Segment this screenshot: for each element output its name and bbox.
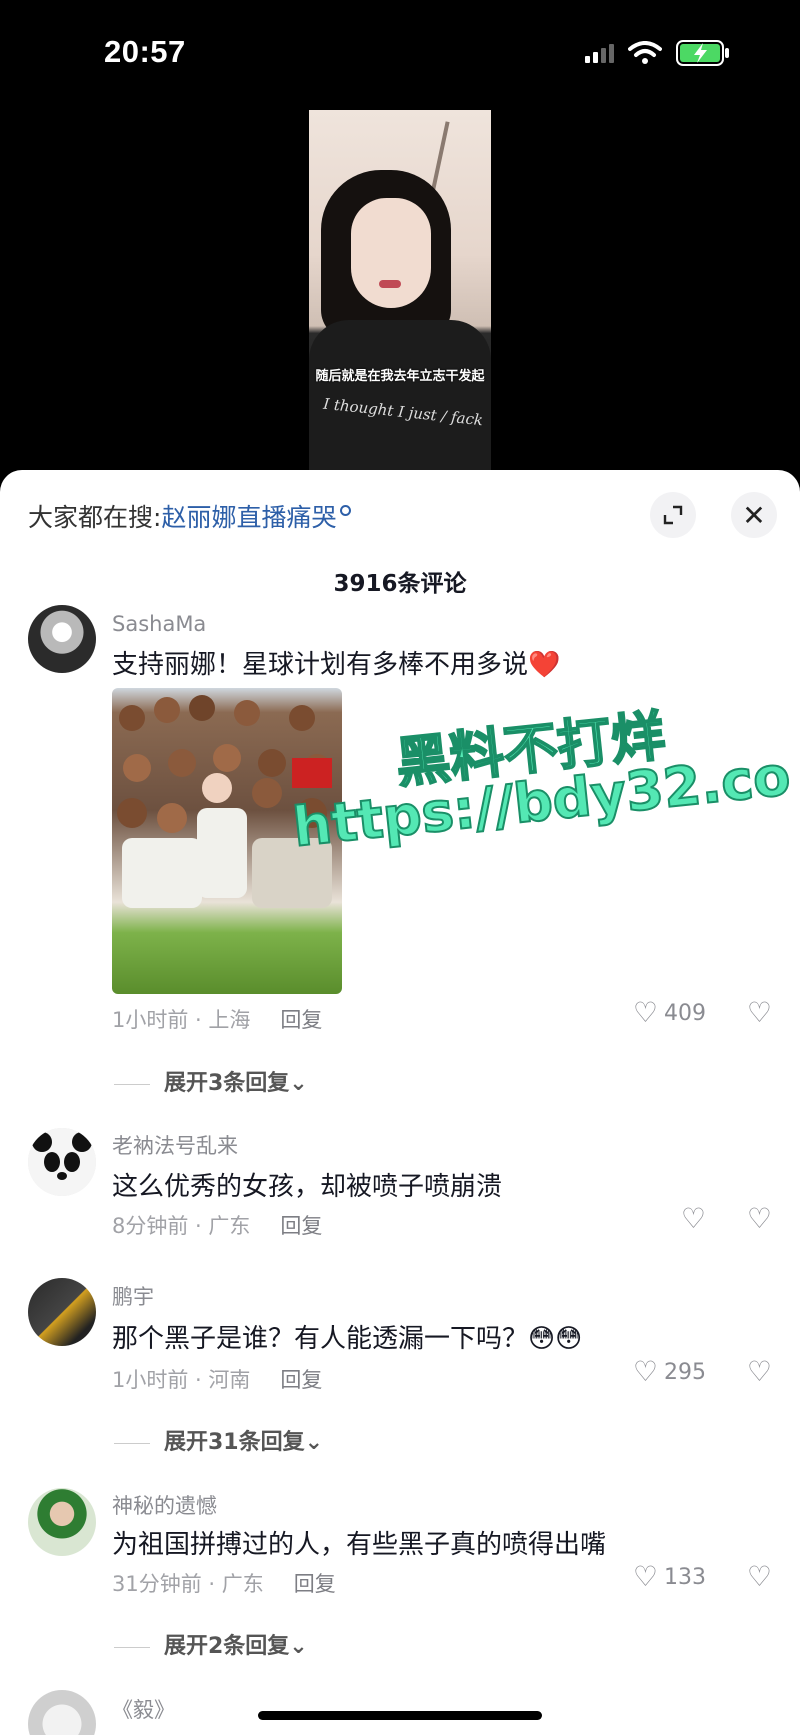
- comment-author[interactable]: 老衲法号乱来: [112, 1130, 238, 1160]
- video-caption: 随后就是在我去年立志干发起: [315, 369, 485, 384]
- like-count: 409: [664, 1000, 706, 1026]
- video-player[interactable]: 随后就是在我去年立志干发起 I thought I just / fack: [309, 110, 491, 470]
- comment-text: 那个黑子是谁？有人能透漏一下吗？😳😳: [112, 1324, 583, 1354]
- comment-meta: 8分钟前 · 广东 回复: [112, 1210, 322, 1240]
- signal-icon: [585, 43, 614, 63]
- broken-heart-icon: ♡: [746, 996, 772, 1029]
- comment-time-location: 1小时前 · 河南: [112, 1368, 251, 1392]
- heart-icon: ♡: [632, 996, 658, 1029]
- trending-search[interactable]: 大家都在搜:赵丽娜直播痛哭: [28, 498, 352, 534]
- comment-time-location: 31分钟前 · 广东: [112, 1572, 264, 1596]
- trending-search-term[interactable]: 赵丽娜直播痛哭: [161, 503, 336, 532]
- comment-text: 这么优秀的女孩，却被喷子喷崩溃: [112, 1172, 503, 1202]
- status-bar: 20:57: [0, 0, 800, 100]
- heart-icon: ♡: [680, 1202, 706, 1235]
- panda-avatar: [28, 1128, 96, 1196]
- like-button[interactable]: ♡: [681, 1205, 706, 1233]
- avatar[interactable]: [28, 1488, 96, 1556]
- comment-time-location: 1小时前 · 上海: [112, 1008, 251, 1032]
- like-count: 133: [664, 1564, 706, 1590]
- trending-search-prefix: 大家都在搜:: [28, 503, 162, 532]
- comment-author[interactable]: 《毅》: [112, 1694, 175, 1724]
- reply-button[interactable]: 回复: [294, 1572, 336, 1596]
- avatar[interactable]: [28, 1128, 96, 1196]
- dislike-button[interactable]: ♡: [747, 1358, 772, 1386]
- expand-sheet-button[interactable]: [650, 492, 696, 538]
- avatar[interactable]: [28, 605, 96, 673]
- comment-author[interactable]: 鹏宇: [112, 1281, 154, 1311]
- comment-time-location: 8分钟前 · 广东: [112, 1214, 251, 1238]
- video-person-lips: [379, 280, 401, 288]
- dislike-button[interactable]: ♡: [747, 1205, 772, 1233]
- comment-meta: 31分钟前 · 广东 回复: [112, 1568, 336, 1598]
- wifi-icon: [628, 41, 662, 64]
- home-indicator[interactable]: [258, 1711, 542, 1720]
- search-icon: [340, 505, 352, 516]
- battery-charging-icon: [676, 40, 729, 66]
- heart-icon: ♡: [632, 1560, 658, 1593]
- broken-heart-icon: ♡: [746, 1202, 772, 1235]
- comment-author[interactable]: SashaMa: [112, 612, 206, 636]
- comment-text: 支持丽娜！星球计划有多棒不用多说❤️: [112, 650, 561, 680]
- reply-button[interactable]: 回复: [280, 1368, 322, 1392]
- reply-button[interactable]: 回复: [280, 1008, 322, 1032]
- expand-replies-button[interactable]: 展开31条回复⌄: [114, 1424, 323, 1456]
- avatar[interactable]: [28, 1278, 96, 1346]
- expand-replies-button[interactable]: 展开2条回复⌄: [114, 1628, 308, 1660]
- video-person-face: [351, 198, 431, 308]
- comment-text: 为祖国拼搏过的人，有些黑子真的喷得出嘴: [112, 1530, 607, 1560]
- expand-icon: [663, 505, 683, 525]
- comment-count: 3916条评论: [333, 571, 467, 597]
- dislike-button[interactable]: ♡: [747, 999, 772, 1027]
- close-icon: ✕: [742, 498, 766, 532]
- dislike-button[interactable]: ♡: [747, 1563, 772, 1591]
- close-button[interactable]: ✕: [731, 492, 777, 538]
- reply-button[interactable]: 回复: [280, 1214, 322, 1238]
- broken-heart-icon: ♡: [746, 1560, 772, 1593]
- heart-icon: ♡: [632, 1355, 658, 1388]
- like-button[interactable]: ♡ 133: [633, 1563, 706, 1591]
- comment-author[interactable]: 神秘的遗憾: [112, 1490, 217, 1520]
- broken-heart-icon: ♡: [746, 1355, 772, 1388]
- comment-meta: 1小时前 · 上海 回复: [112, 1004, 322, 1034]
- status-time: 20:57: [104, 34, 186, 69]
- like-button[interactable]: ♡ 409: [633, 999, 706, 1027]
- like-button[interactable]: ♡ 295: [633, 1358, 706, 1386]
- status-icons: [585, 40, 730, 66]
- expand-replies-button[interactable]: 展开3条回复⌄: [114, 1065, 308, 1097]
- like-count: 295: [664, 1359, 706, 1385]
- comment-meta: 1小时前 · 河南 回复: [112, 1364, 322, 1394]
